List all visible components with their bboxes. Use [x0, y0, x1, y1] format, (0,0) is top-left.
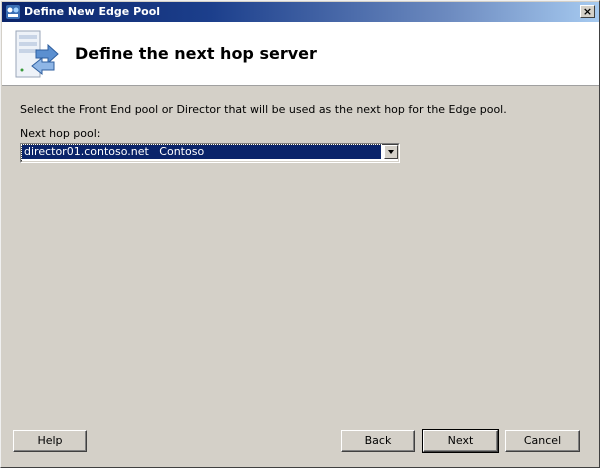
dialog-window: Define New Edge Pool × Define the next h…	[0, 0, 600, 468]
title-bar[interactable]: Define New Edge Pool ×	[2, 2, 599, 22]
chevron-down-icon[interactable]	[384, 145, 398, 159]
instruction-text: Select the Front End pool or Director th…	[20, 103, 507, 116]
close-button[interactable]: ×	[580, 5, 595, 18]
wizard-header: Define the next hop server	[2, 22, 599, 86]
next-button[interactable]: Next	[422, 429, 499, 453]
app-icon	[6, 5, 20, 19]
next-hop-pool-selected-value[interactable]: director01.contoso.net Contoso	[21, 144, 382, 160]
next-hop-pool-label: Next hop pool:	[20, 127, 101, 140]
window-title: Define New Edge Pool	[24, 5, 161, 18]
server-arrow-icon	[15, 30, 59, 78]
next-hop-pool-select[interactable]: director01.contoso.net Contoso	[20, 143, 400, 163]
back-button[interactable]: Back	[341, 430, 415, 452]
help-button[interactable]: Help	[13, 430, 87, 452]
cancel-button[interactable]: Cancel	[505, 430, 580, 452]
page-title: Define the next hop server	[75, 44, 317, 63]
